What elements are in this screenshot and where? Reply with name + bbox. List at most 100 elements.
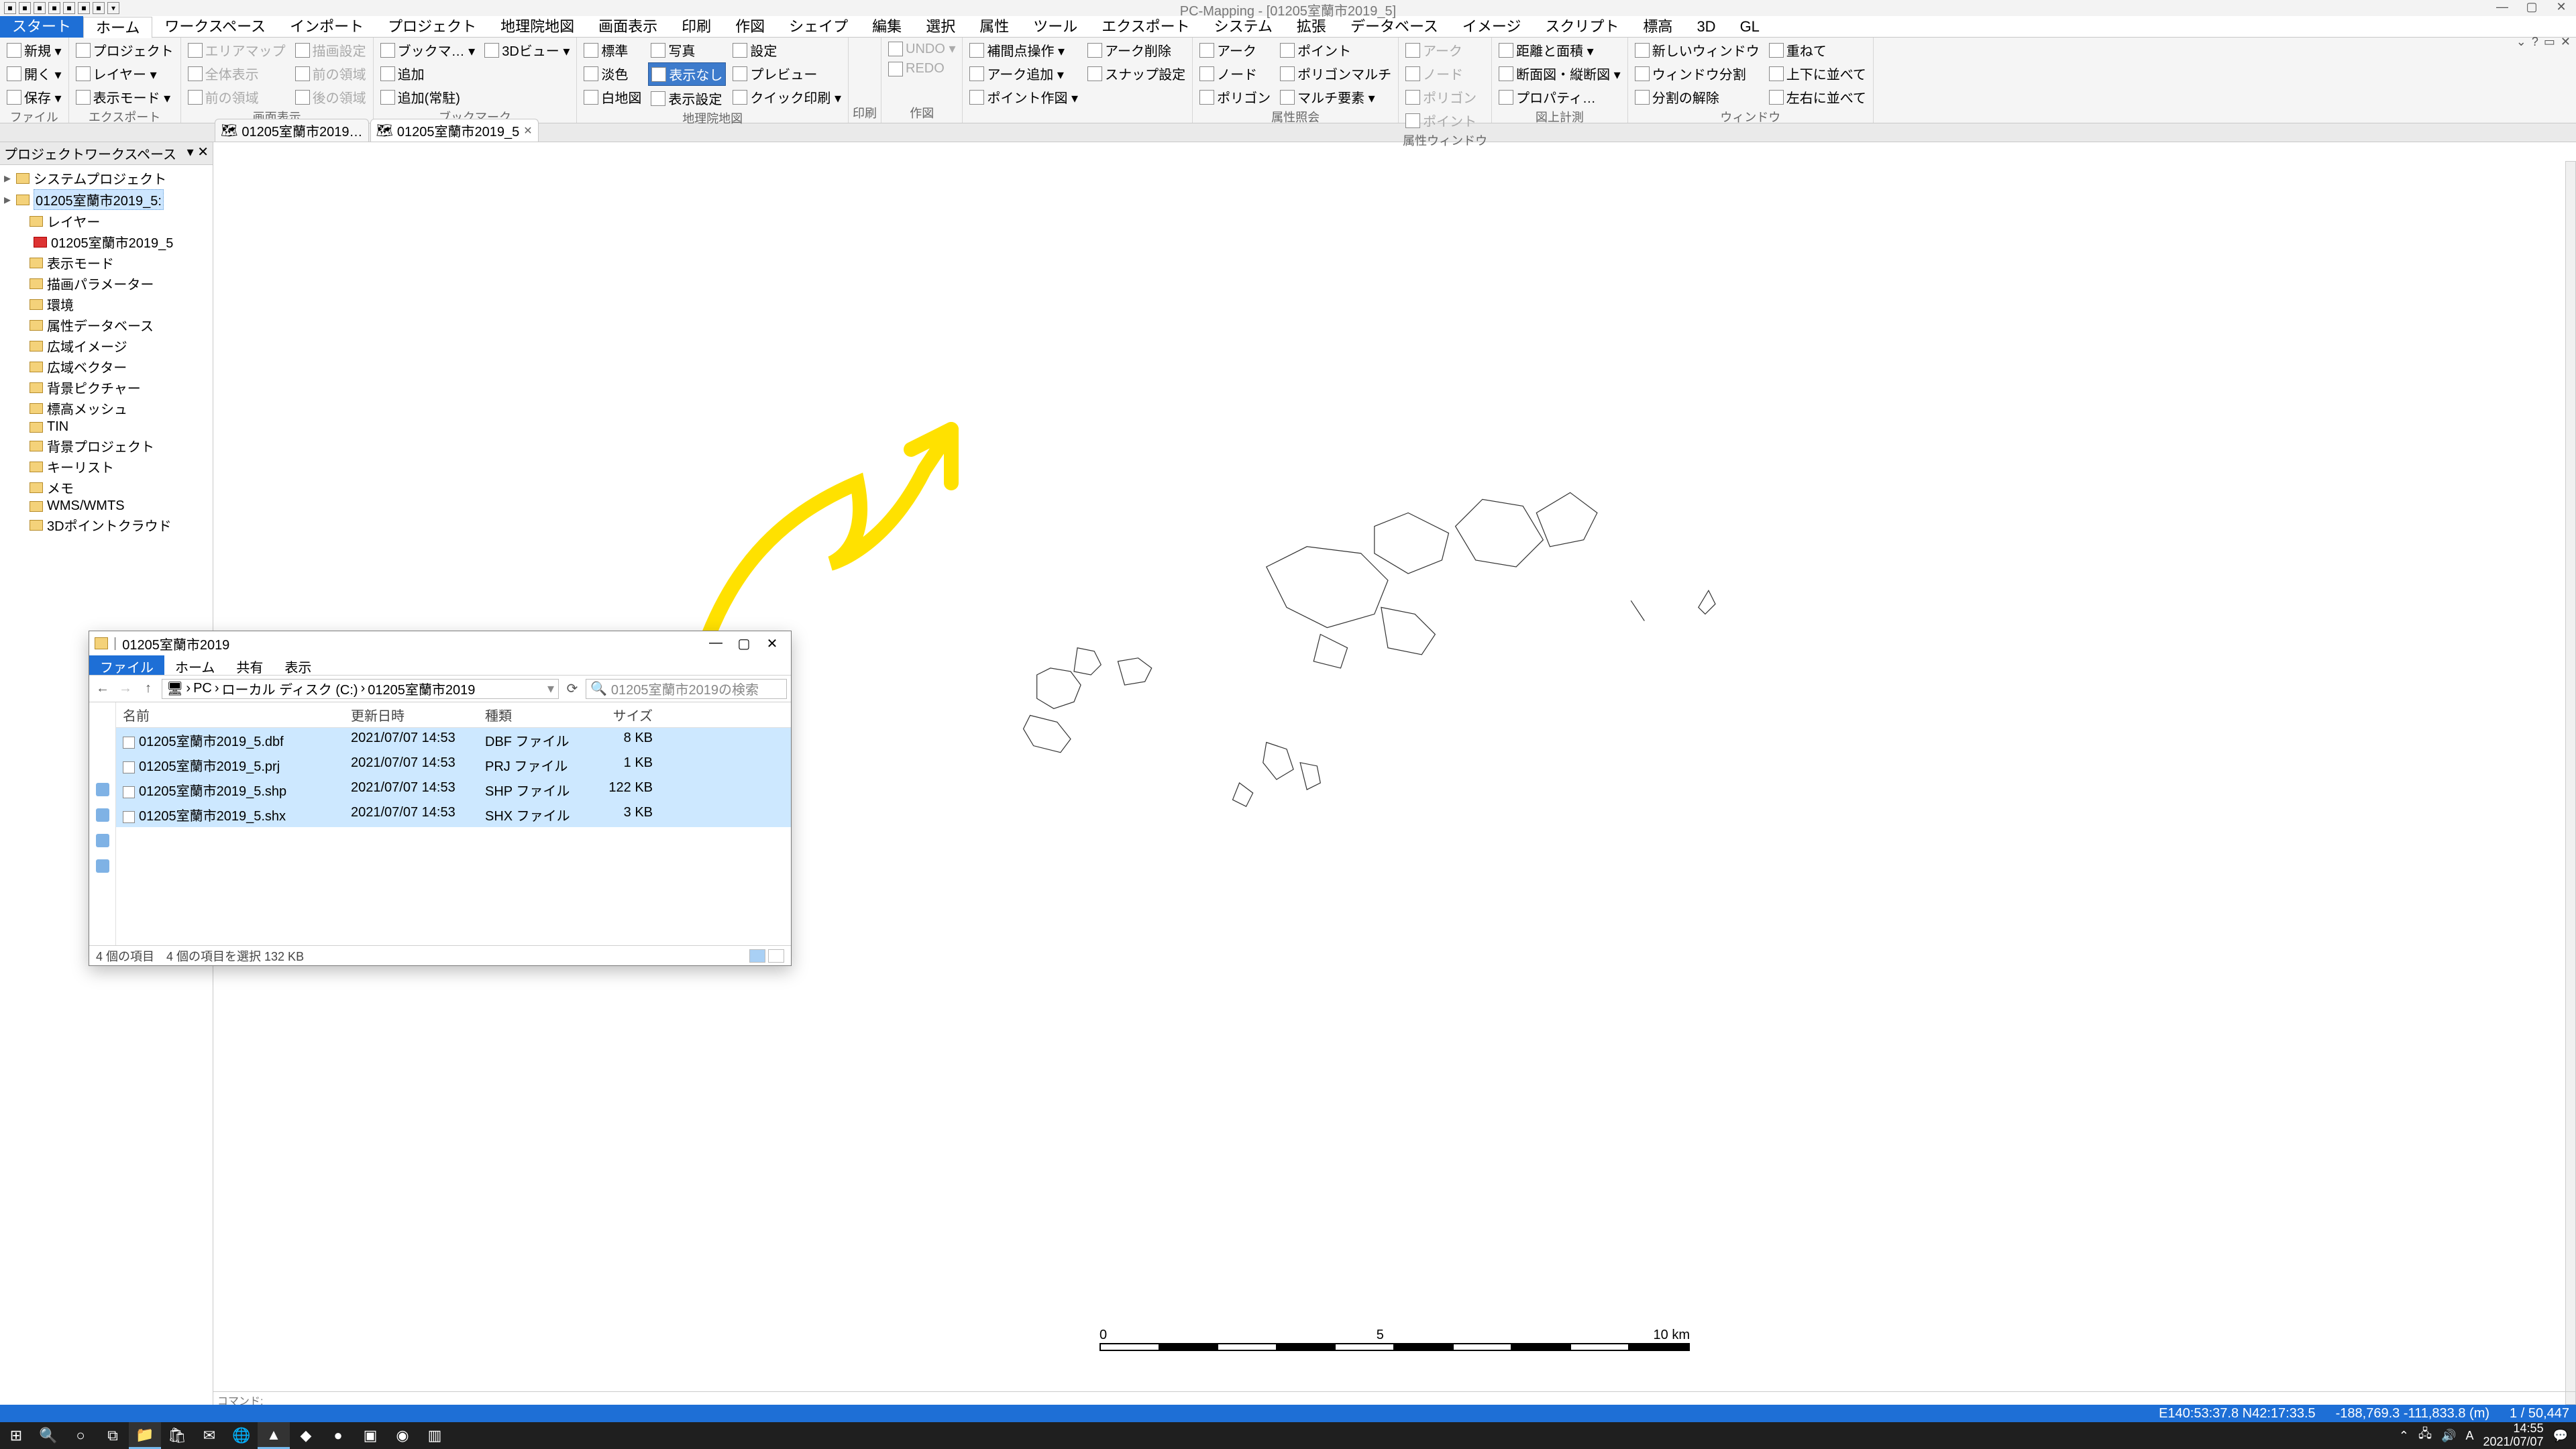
ribbon-item[interactable]: スナップ設定 xyxy=(1085,62,1188,85)
ribbon-item[interactable]: 保存 ▾ xyxy=(4,86,64,108)
tray-chevron-icon[interactable]: ⌃ xyxy=(2399,1429,2409,1443)
help-icon[interactable]: ? xyxy=(2532,35,2538,49)
ribbon-item[interactable]: 断面図・縦断図 ▾ xyxy=(1496,62,1623,85)
menu-標高[interactable]: 標高 xyxy=(1631,16,1684,38)
menu-インポート[interactable]: インポート xyxy=(278,16,376,38)
tree-node[interactable]: 背景プロジェクト xyxy=(3,435,210,456)
tree-node[interactable]: 背景ピクチャー xyxy=(3,377,210,398)
breadcrumb[interactable]: 01205室蘭市2019 xyxy=(368,679,475,698)
qat-icon[interactable]: ■ xyxy=(78,2,90,14)
search-button[interactable]: 🔍 xyxy=(32,1422,64,1449)
menu-ツール[interactable]: ツール xyxy=(1021,16,1089,38)
tree-node[interactable]: 属性データベース xyxy=(3,315,210,335)
ribbon-item[interactable]: ポリゴンマルチ xyxy=(1277,62,1394,85)
explorer-tab[interactable]: ファイル xyxy=(89,655,164,675)
qat-icon[interactable]: ■ xyxy=(4,2,16,14)
tree-node[interactable]: TIN xyxy=(3,419,210,435)
menu-プロジェクト[interactable]: プロジェクト xyxy=(376,16,488,38)
close-tab-icon[interactable]: ✕ xyxy=(523,124,532,138)
tree-node[interactable]: キーリスト xyxy=(3,456,210,477)
nav-fwd-icon[interactable]: → xyxy=(116,681,135,696)
scrollbar-vertical[interactable] xyxy=(2565,161,2576,1405)
ribbon-item[interactable]: 表示モード ▾ xyxy=(73,86,176,108)
ribbon-item[interactable]: 3Dビュー ▾ xyxy=(482,39,572,61)
taskbar[interactable]: ⊞ 🔍 ○ ⧉ 📁 🛍 ✉ 🌐 ▲ ◆ ● ▣ ◉ ▥ ⌃ 🖧 🔊 A 14:5… xyxy=(0,1422,2576,1449)
ribbon-item[interactable]: 新しいウィンドウ xyxy=(1632,39,1762,61)
tree-node[interactable]: 広域ベクター xyxy=(3,356,210,377)
ws-close-icon[interactable]: ✕ xyxy=(197,145,209,160)
taskbar-app[interactable]: ◆ xyxy=(290,1422,322,1449)
refresh-icon[interactable]: ⟳ xyxy=(563,680,582,697)
menu-ワークスペース[interactable]: ワークスペース xyxy=(152,16,278,38)
tree-node[interactable]: ▸システムプロジェクト xyxy=(3,168,210,189)
file-row[interactable]: 01205室蘭市2019_5.dbf2021/07/07 14:53DBF ファ… xyxy=(116,728,791,753)
tree-node[interactable]: 標高メッシュ xyxy=(3,398,210,419)
tree-node[interactable]: レイヤー xyxy=(3,211,210,231)
tree-node[interactable]: ▸01205室蘭市2019_5: xyxy=(3,189,210,211)
nav-item-icon[interactable] xyxy=(96,808,109,822)
nav-item-icon[interactable] xyxy=(96,834,109,847)
menu-スタート[interactable]: スタート xyxy=(0,16,83,38)
menu-地理院地図[interactable]: 地理院地図 xyxy=(488,16,586,38)
ribbon-item[interactable]: マルチ要素 ▾ xyxy=(1277,86,1394,108)
close-doc-icon[interactable]: ✕ xyxy=(2561,35,2571,49)
taskview-button[interactable]: ⧉ xyxy=(97,1422,129,1449)
taskbar-mail[interactable]: ✉ xyxy=(193,1422,225,1449)
menu-ホーム[interactable]: ホーム xyxy=(83,17,152,38)
minimize-button[interactable]: — xyxy=(2487,0,2517,15)
tree-node[interactable]: WMS/WMTS xyxy=(3,498,210,515)
ribbon-item[interactable]: プロパティ… xyxy=(1496,86,1623,108)
ribbon-item[interactable]: ポリゴン xyxy=(1197,86,1273,108)
ribbon-item[interactable]: 重ねて xyxy=(1766,39,1869,61)
file-row[interactable]: 01205室蘭市2019_5.prj2021/07/07 14:53PRJ ファ… xyxy=(116,753,791,777)
ribbon-item[interactable]: 表示なし xyxy=(648,62,726,86)
address-bar[interactable]: 🖥 › PC › ローカル ディスク (C:) › 01205室蘭市2019 ▾ xyxy=(162,679,559,699)
ribbon-item[interactable]: 新規 ▾ xyxy=(4,39,64,61)
tray-clock[interactable]: 14:552021/07/07 xyxy=(2483,1422,2543,1449)
file-row[interactable]: 01205室蘭市2019_5.shp2021/07/07 14:53SHP ファ… xyxy=(116,777,791,802)
qat-icon[interactable]: ■ xyxy=(19,2,31,14)
ribbon-item[interactable]: 設定 xyxy=(730,39,844,61)
ribbon-item[interactable]: 開く ▾ xyxy=(4,62,64,85)
cortana-button[interactable]: ○ xyxy=(64,1422,97,1449)
ribbon-item[interactable]: 白地図 xyxy=(581,86,644,108)
exp-maximize-button[interactable]: ▢ xyxy=(731,635,757,652)
ribbon-item[interactable]: 追加 xyxy=(378,62,478,85)
menu-スクリプト[interactable]: スクリプト xyxy=(1533,16,1631,38)
taskbar-chrome[interactable]: ◉ xyxy=(386,1422,419,1449)
ribbon-item[interactable]: レイヤー ▾ xyxy=(73,62,176,85)
command-line[interactable]: コマンド: xyxy=(213,1391,2576,1405)
qat-icon[interactable]: ■ xyxy=(34,2,46,14)
menu-GL[interactable]: GL xyxy=(1728,16,1772,38)
qat-icon[interactable]: ■ xyxy=(48,2,60,14)
menu-印刷[interactable]: 印刷 xyxy=(669,16,723,38)
taskbar-edge[interactable]: 🌐 xyxy=(225,1422,258,1449)
ribbon-item[interactable]: ブックマ… ▾ xyxy=(378,39,478,61)
tray-sound-icon[interactable]: 🔊 xyxy=(2441,1429,2456,1443)
nav-item-icon[interactable] xyxy=(96,859,109,873)
menu-シェイプ[interactable]: シェイプ xyxy=(777,16,860,38)
tray-network-icon[interactable]: 🖧 xyxy=(2418,1426,2432,1446)
ribbon-item[interactable]: 標準 xyxy=(581,39,644,61)
taskbar-app[interactable]: ● xyxy=(322,1422,354,1449)
file-list[interactable]: 名前 更新日時 種類 サイズ 01205室蘭市2019_5.dbf2021/07… xyxy=(116,702,791,945)
explorer-tab[interactable]: 共有 xyxy=(225,655,274,675)
ribbon-item[interactable]: 追加(常駐) xyxy=(378,86,478,108)
close-button[interactable]: ✕ xyxy=(2546,0,2576,15)
exp-minimize-button[interactable]: — xyxy=(702,635,729,652)
qat-icon[interactable]: ■ xyxy=(93,2,105,14)
ribbon-item[interactable]: 表示設定 xyxy=(648,87,726,109)
view-details-icon[interactable] xyxy=(749,949,765,963)
menu-イメージ[interactable]: イメージ xyxy=(1450,16,1534,38)
nav-item-icon[interactable] xyxy=(96,783,109,796)
ribbon-item[interactable]: アーク xyxy=(1197,39,1273,61)
tray-notifications-icon[interactable]: 💬 xyxy=(2553,1429,2568,1443)
ribbon-item[interactable]: 写真 xyxy=(648,39,726,61)
tree-node[interactable]: 環境 xyxy=(3,294,210,315)
document-tab[interactable]: 🗺01205室蘭市2019… xyxy=(215,119,369,142)
ribbon-item[interactable]: ポイント作図 ▾ xyxy=(967,86,1081,108)
tree-node[interactable]: メモ xyxy=(3,477,210,498)
ribbon-item[interactable]: クイック印刷 ▾ xyxy=(730,86,844,108)
menu-属性[interactable]: 属性 xyxy=(967,16,1021,38)
explorer-tab[interactable]: 表示 xyxy=(274,655,322,675)
